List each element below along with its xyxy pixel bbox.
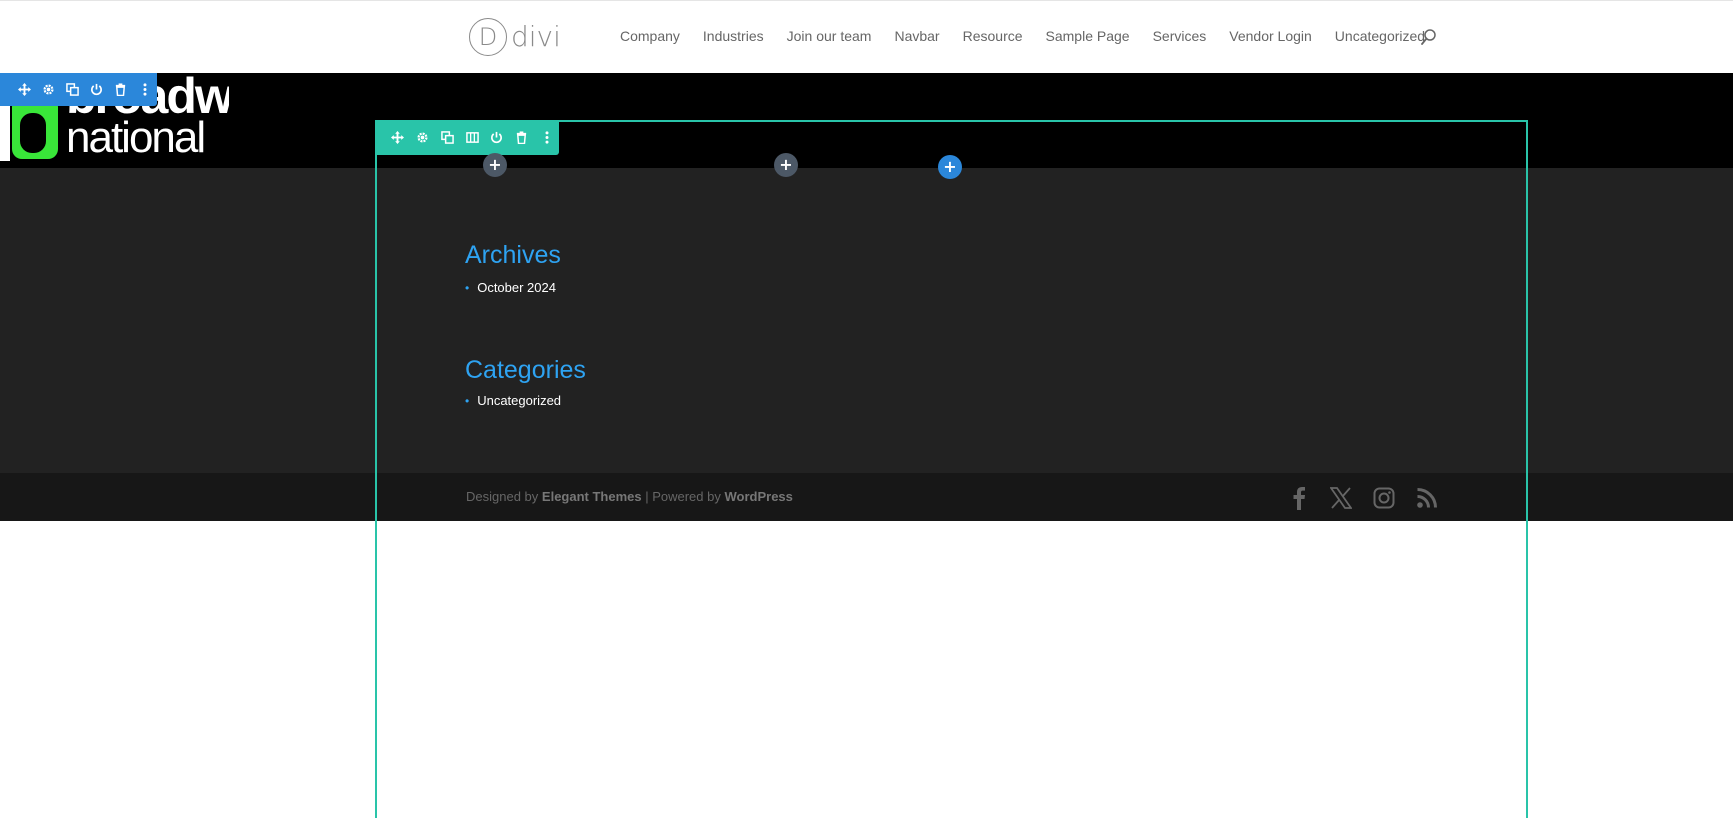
nav-item-services[interactable]: Services <box>1153 28 1207 44</box>
rss-icon[interactable] <box>1412 483 1442 513</box>
move-icon[interactable] <box>385 125 410 150</box>
x-icon[interactable] <box>1326 483 1356 513</box>
power-icon[interactable] <box>85 77 109 102</box>
elegant-themes-link[interactable]: Elegant Themes <box>542 489 642 504</box>
duplicate-icon[interactable] <box>435 125 460 150</box>
nav-item-navbar[interactable]: Navbar <box>894 28 939 44</box>
main-nav: Company Industries Join our team Navbar … <box>620 28 1448 44</box>
nav-item-industries[interactable]: Industries <box>703 28 764 44</box>
category-link[interactable]: • Uncategorized <box>465 393 561 408</box>
move-icon[interactable] <box>12 77 36 102</box>
search-icon[interactable] <box>1420 28 1438 46</box>
footer-widgets: Archives • October 2024 Categories • Uncat… <box>0 168 1733 473</box>
logo-mark: D <box>469 18 507 56</box>
nav-item-sample-page[interactable]: Sample Page <box>1046 28 1130 44</box>
settings-icon[interactable] <box>36 77 60 102</box>
settings-icon[interactable] <box>410 125 435 150</box>
archives-title: Archives <box>465 241 561 269</box>
nav-item-resource[interactable]: Resource <box>963 28 1023 44</box>
archive-link[interactable]: • October 2024 <box>465 280 556 295</box>
more-icon[interactable] <box>534 125 559 150</box>
wordpress-link[interactable]: WordPress <box>724 489 792 504</box>
hero-section <box>0 73 1733 168</box>
section-toolbar <box>0 73 157 106</box>
nav-item-uncategorized[interactable]: Uncategorized <box>1335 28 1425 44</box>
duplicate-icon[interactable] <box>60 77 84 102</box>
nav-item-vendor-login[interactable]: Vendor Login <box>1229 28 1312 44</box>
instagram-icon[interactable] <box>1369 483 1399 513</box>
add-section-button[interactable]: + <box>938 155 962 179</box>
add-module-button[interactable]: + <box>774 153 798 177</box>
footer-credits: Designed by Elegant Themes | Powered by … <box>466 489 793 504</box>
row-toolbar <box>375 120 559 155</box>
nav-item-join-our-team[interactable]: Join our team <box>787 28 872 44</box>
add-module-button[interactable]: + <box>483 153 507 177</box>
logo-text: divi <box>511 20 561 53</box>
nav-item-company[interactable]: Company <box>620 28 680 44</box>
trash-icon[interactable] <box>109 77 133 102</box>
site-header: D divi Company Industries Join our team … <box>0 0 1733 73</box>
columns-icon[interactable] <box>460 125 485 150</box>
more-icon[interactable] <box>133 77 157 102</box>
power-icon[interactable] <box>484 125 509 150</box>
logo-word-2: national <box>66 113 206 162</box>
facebook-icon[interactable] <box>1284 483 1314 513</box>
trash-icon[interactable] <box>509 125 534 150</box>
page: D divi Company Industries Join our team … <box>0 0 1733 818</box>
site-logo[interactable]: D divi <box>469 18 561 56</box>
footer-bottom-bar: Designed by Elegant Themes | Powered by … <box>0 473 1733 521</box>
categories-title: Categories <box>465 356 586 384</box>
